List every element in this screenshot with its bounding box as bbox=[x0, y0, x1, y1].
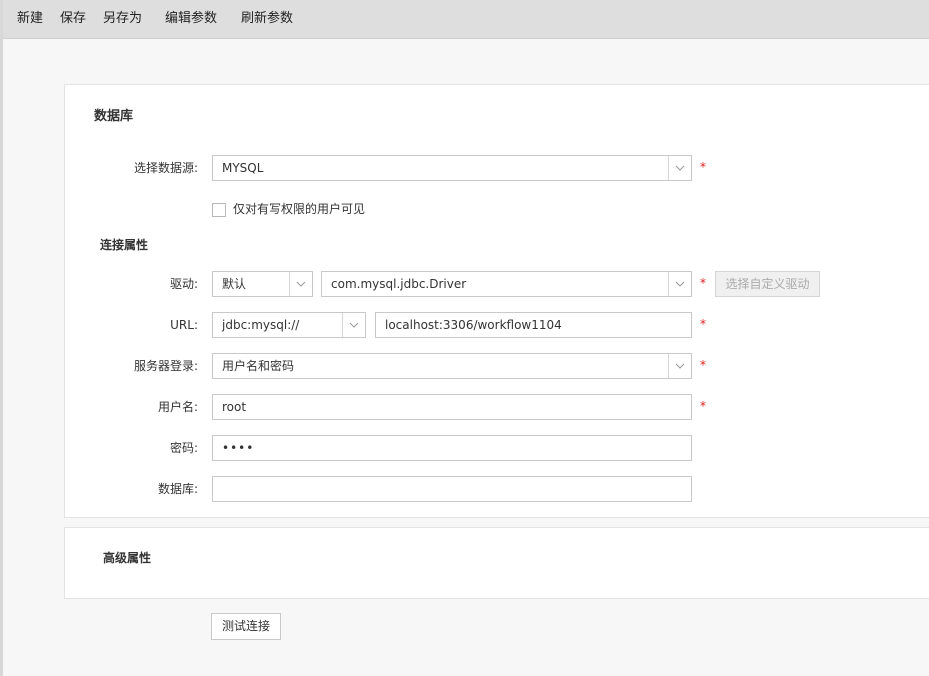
connection-section-title: 连接属性 bbox=[100, 238, 149, 252]
driver-class-select[interactable]: com.mysql.jdbc.Driver bbox=[321, 271, 692, 297]
url-prefix-select[interactable]: jdbc:mysql:// bbox=[212, 312, 366, 338]
username-value: root bbox=[222, 400, 247, 414]
database-panel: 数据库 选择数据源: MYSQL * 仅对有写权限的用户可见 连接属性 驱动: … bbox=[64, 84, 929, 518]
database-input[interactable] bbox=[212, 476, 692, 502]
new-button[interactable]: 新建 bbox=[17, 0, 43, 38]
write-permission-label: 仅对有写权限的用户可见 bbox=[233, 202, 366, 216]
chevron-down-icon[interactable] bbox=[342, 313, 365, 337]
advanced-panel[interactable]: 高级属性 bbox=[64, 527, 929, 599]
save-button[interactable]: 保存 bbox=[60, 0, 86, 38]
required-mark: * bbox=[700, 399, 706, 413]
url-value: localhost:3306/workflow1104 bbox=[385, 318, 562, 332]
refresh-params-button[interactable]: 刷新参数 bbox=[241, 0, 293, 38]
required-mark: * bbox=[700, 358, 706, 372]
advanced-section-title[interactable]: 高级属性 bbox=[103, 549, 151, 566]
chevron-down-icon[interactable] bbox=[289, 272, 312, 296]
write-permission-checkbox[interactable] bbox=[212, 203, 226, 217]
password-input[interactable]: •••• bbox=[212, 435, 692, 461]
server-login-select[interactable]: 用户名和密码 bbox=[212, 353, 692, 379]
username-input[interactable]: root bbox=[212, 394, 692, 420]
datasource-select[interactable]: MYSQL bbox=[212, 155, 692, 181]
password-value: •••• bbox=[222, 441, 255, 455]
driver-label: 驱动: bbox=[169, 277, 198, 291]
required-mark: * bbox=[700, 317, 706, 331]
url-label: URL: bbox=[170, 318, 198, 332]
username-label: 用户名: bbox=[157, 400, 198, 414]
driver-mode-select[interactable]: 默认 bbox=[212, 271, 313, 297]
chevron-down-icon[interactable] bbox=[668, 354, 691, 378]
save-as-button[interactable]: 另存为 bbox=[103, 0, 142, 38]
window-left-edge bbox=[0, 0, 3, 676]
driver-mode-value: 默认 bbox=[222, 277, 247, 291]
required-mark: * bbox=[700, 276, 706, 290]
datasource-value: MYSQL bbox=[222, 161, 264, 175]
chevron-down-icon[interactable] bbox=[668, 272, 691, 296]
driver-class-value: com.mysql.jdbc.Driver bbox=[331, 277, 467, 291]
server-login-label: 服务器登录: bbox=[133, 359, 198, 373]
url-prefix-value: jdbc:mysql:// bbox=[222, 318, 300, 332]
database-section-title: 数据库 bbox=[94, 109, 134, 124]
datasource-label: 选择数据源: bbox=[133, 161, 198, 175]
database-label: 数据库: bbox=[157, 482, 198, 496]
edit-params-button[interactable]: 编辑参数 bbox=[165, 0, 217, 38]
test-connection-button[interactable]: 测试连接 bbox=[211, 613, 281, 640]
chevron-down-icon[interactable] bbox=[668, 156, 691, 180]
url-input[interactable]: localhost:3306/workflow1104 bbox=[375, 312, 692, 338]
password-label: 密码: bbox=[169, 441, 198, 455]
required-mark: * bbox=[700, 160, 706, 174]
toolbar: 新建 保存 另存为 编辑参数 刷新参数 bbox=[3, 0, 929, 39]
server-login-value: 用户名和密码 bbox=[222, 359, 295, 373]
custom-driver-button[interactable]: 选择自定义驱动 bbox=[715, 271, 820, 297]
